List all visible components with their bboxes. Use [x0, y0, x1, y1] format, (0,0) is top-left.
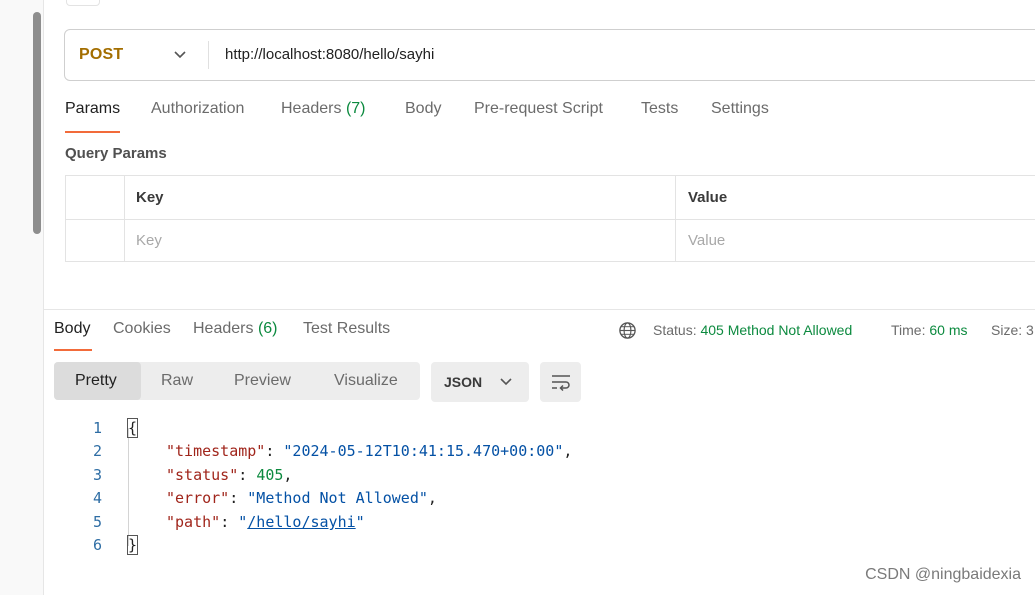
url-divider — [208, 41, 209, 69]
response-tab-body[interactable]: Body — [54, 320, 90, 338]
table-divider — [66, 219, 1035, 220]
tab-label: Cookies — [113, 320, 171, 337]
view-pretty[interactable]: Pretty — [75, 362, 117, 400]
scrollbar-thumb[interactable] — [33, 12, 41, 234]
close-brace: } — [126, 535, 139, 555]
line-number: 6 — [92, 536, 102, 554]
path-link[interactable]: /hello/sayhi — [247, 513, 355, 531]
view-mode-switcher: Pretty Raw Preview Visualize — [54, 362, 420, 400]
tab-settings[interactable]: Settings — [711, 100, 769, 118]
code-line: } — [126, 533, 139, 557]
json-quote: " — [355, 513, 365, 531]
tab-label: Headers — [193, 320, 254, 337]
value-input[interactable]: Value — [688, 220, 725, 262]
response-status[interactable]: Status: 405 Method Not Allowed — [653, 322, 852, 338]
tab-label: Headers — [281, 100, 342, 117]
json-quote: " — [238, 513, 248, 531]
tab-pre-request-script[interactable]: Pre-request Script — [474, 100, 603, 118]
response-size[interactable]: Size: 3 — [991, 322, 1034, 338]
tab-label: Body — [405, 100, 442, 117]
status-value: 405 Method Not Allowed — [700, 322, 853, 338]
url-input[interactable]: http://localhost:8080/hello/sayhi — [225, 30, 434, 80]
tab-label: Settings — [711, 100, 769, 117]
json-number: 405 — [256, 466, 284, 484]
method-select[interactable]: POST — [79, 30, 123, 80]
tab-label: Body — [54, 320, 91, 337]
line-number: 2 — [92, 442, 102, 460]
chevron-down-icon — [500, 378, 512, 386]
response-tab-headers[interactable]: Headers (6) — [193, 320, 278, 338]
chevron-down-icon[interactable] — [173, 49, 187, 61]
json-key: "error" — [166, 489, 230, 507]
table-divider — [675, 176, 676, 261]
json-key: "status" — [166, 466, 239, 484]
wrap-lines-icon — [552, 375, 570, 391]
time-value: 60 ms — [929, 322, 968, 338]
view-visualize[interactable]: Visualize — [334, 362, 398, 400]
tab-authorization[interactable]: Authorization — [151, 100, 244, 118]
line-number: 5 — [92, 513, 102, 531]
response-tab-cookies[interactable]: Cookies — [113, 320, 171, 338]
json-key: "timestamp" — [166, 442, 266, 460]
tab-label: Test Results — [303, 320, 391, 337]
line-number: 3 — [92, 466, 102, 484]
top-toolbar-button[interactable] — [66, 0, 100, 6]
query-params-table: Key Value Key Value — [65, 175, 1035, 262]
response-tab-test-results[interactable]: Test Results — [303, 320, 390, 338]
tab-label: Pre-request Script — [474, 100, 603, 117]
code-line: "status": 405, — [166, 466, 293, 484]
tab-tests[interactable]: Tests — [641, 100, 678, 118]
key-column-header: Key — [136, 189, 164, 206]
json-string: "2024-05-12T10:41:15.470+00:00" — [283, 442, 564, 460]
size-label: Size: 3 — [991, 322, 1034, 338]
time-label: Time: — [891, 322, 926, 338]
json-string: "Method Not Allowed" — [247, 489, 428, 507]
request-url-bar: POST http://localhost:8080/hello/sayhi — [64, 29, 1035, 81]
format-label: JSON — [444, 374, 483, 390]
headers-count: (7) — [345, 100, 366, 117]
view-raw[interactable]: Raw — [161, 362, 193, 400]
view-preview[interactable]: Preview — [234, 362, 291, 400]
indent-guide — [128, 428, 129, 546]
line-number: 1 — [92, 419, 102, 437]
code-line: { — [126, 416, 139, 440]
wrap-lines-button[interactable] — [540, 362, 581, 402]
watermark: CSDN @ningbaidexia — [865, 566, 1021, 583]
response-time[interactable]: Time: 60 ms — [891, 322, 968, 338]
active-tab-indicator — [65, 131, 120, 133]
open-brace: { — [126, 418, 139, 438]
tab-body[interactable]: Body — [405, 100, 441, 118]
tab-label: Tests — [641, 100, 679, 117]
response-divider[interactable] — [44, 309, 1035, 310]
tab-headers[interactable]: Headers (7) — [281, 100, 366, 118]
line-number: 4 — [92, 489, 102, 507]
status-label: Status: — [653, 322, 697, 338]
code-line: "path": "/hello/sayhi" — [166, 513, 365, 531]
active-tab-indicator — [54, 349, 92, 351]
value-column-header: Value — [688, 189, 728, 206]
key-input[interactable]: Key — [136, 220, 162, 262]
tab-label: Params — [65, 100, 121, 117]
format-select[interactable]: JSON — [431, 362, 529, 402]
code-line: "timestamp": "2024-05-12T10:41:15.470+00… — [166, 442, 573, 460]
tab-label: Authorization — [151, 100, 245, 117]
headers-count: (6) — [257, 320, 278, 337]
tab-params[interactable]: Params — [65, 100, 120, 118]
table-divider — [124, 176, 125, 261]
query-params-title: Query Params — [65, 145, 167, 162]
globe-icon[interactable] — [618, 321, 637, 340]
json-key: "path" — [166, 513, 221, 531]
code-line: "error": "Method Not Allowed", — [166, 489, 437, 507]
